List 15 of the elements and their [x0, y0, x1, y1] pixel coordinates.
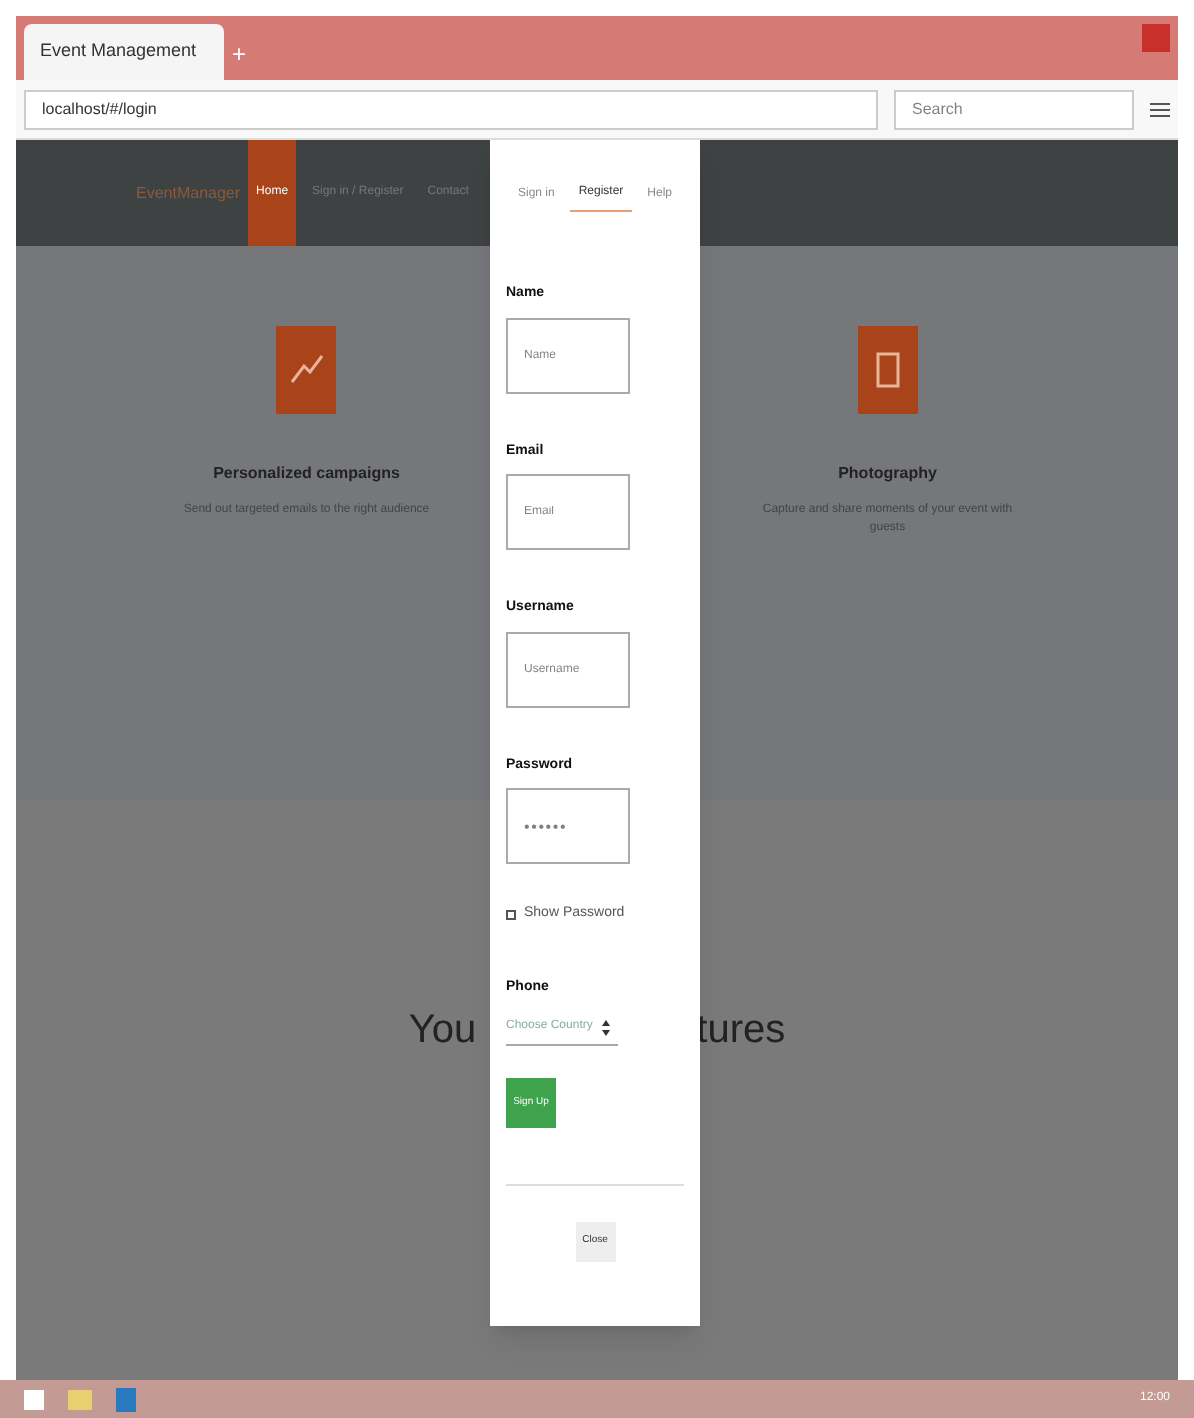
section-heading: tures: [696, 1006, 786, 1056]
section-heading: You: [408, 1006, 477, 1056]
feature-title: Personalized campaigns: [213, 462, 400, 486]
spinner-arrows-icon: [602, 1019, 610, 1035]
feature-title: Photography: [838, 462, 937, 486]
browser-tab[interactable]: Event Management: [24, 24, 224, 80]
trend-icon: [276, 326, 337, 414]
address-field[interactable]: localhost/#/login: [24, 89, 878, 129]
search-field[interactable]: Search: [894, 89, 1134, 129]
menu-icon[interactable]: [1150, 99, 1170, 119]
new-tab-button[interactable]: +: [232, 36, 247, 72]
checkbox[interactable]: [506, 909, 516, 920]
brand-logo: EventManager: [136, 181, 241, 205]
camera-icon: [857, 326, 918, 414]
password-field[interactable]: ••••••: [506, 788, 630, 864]
